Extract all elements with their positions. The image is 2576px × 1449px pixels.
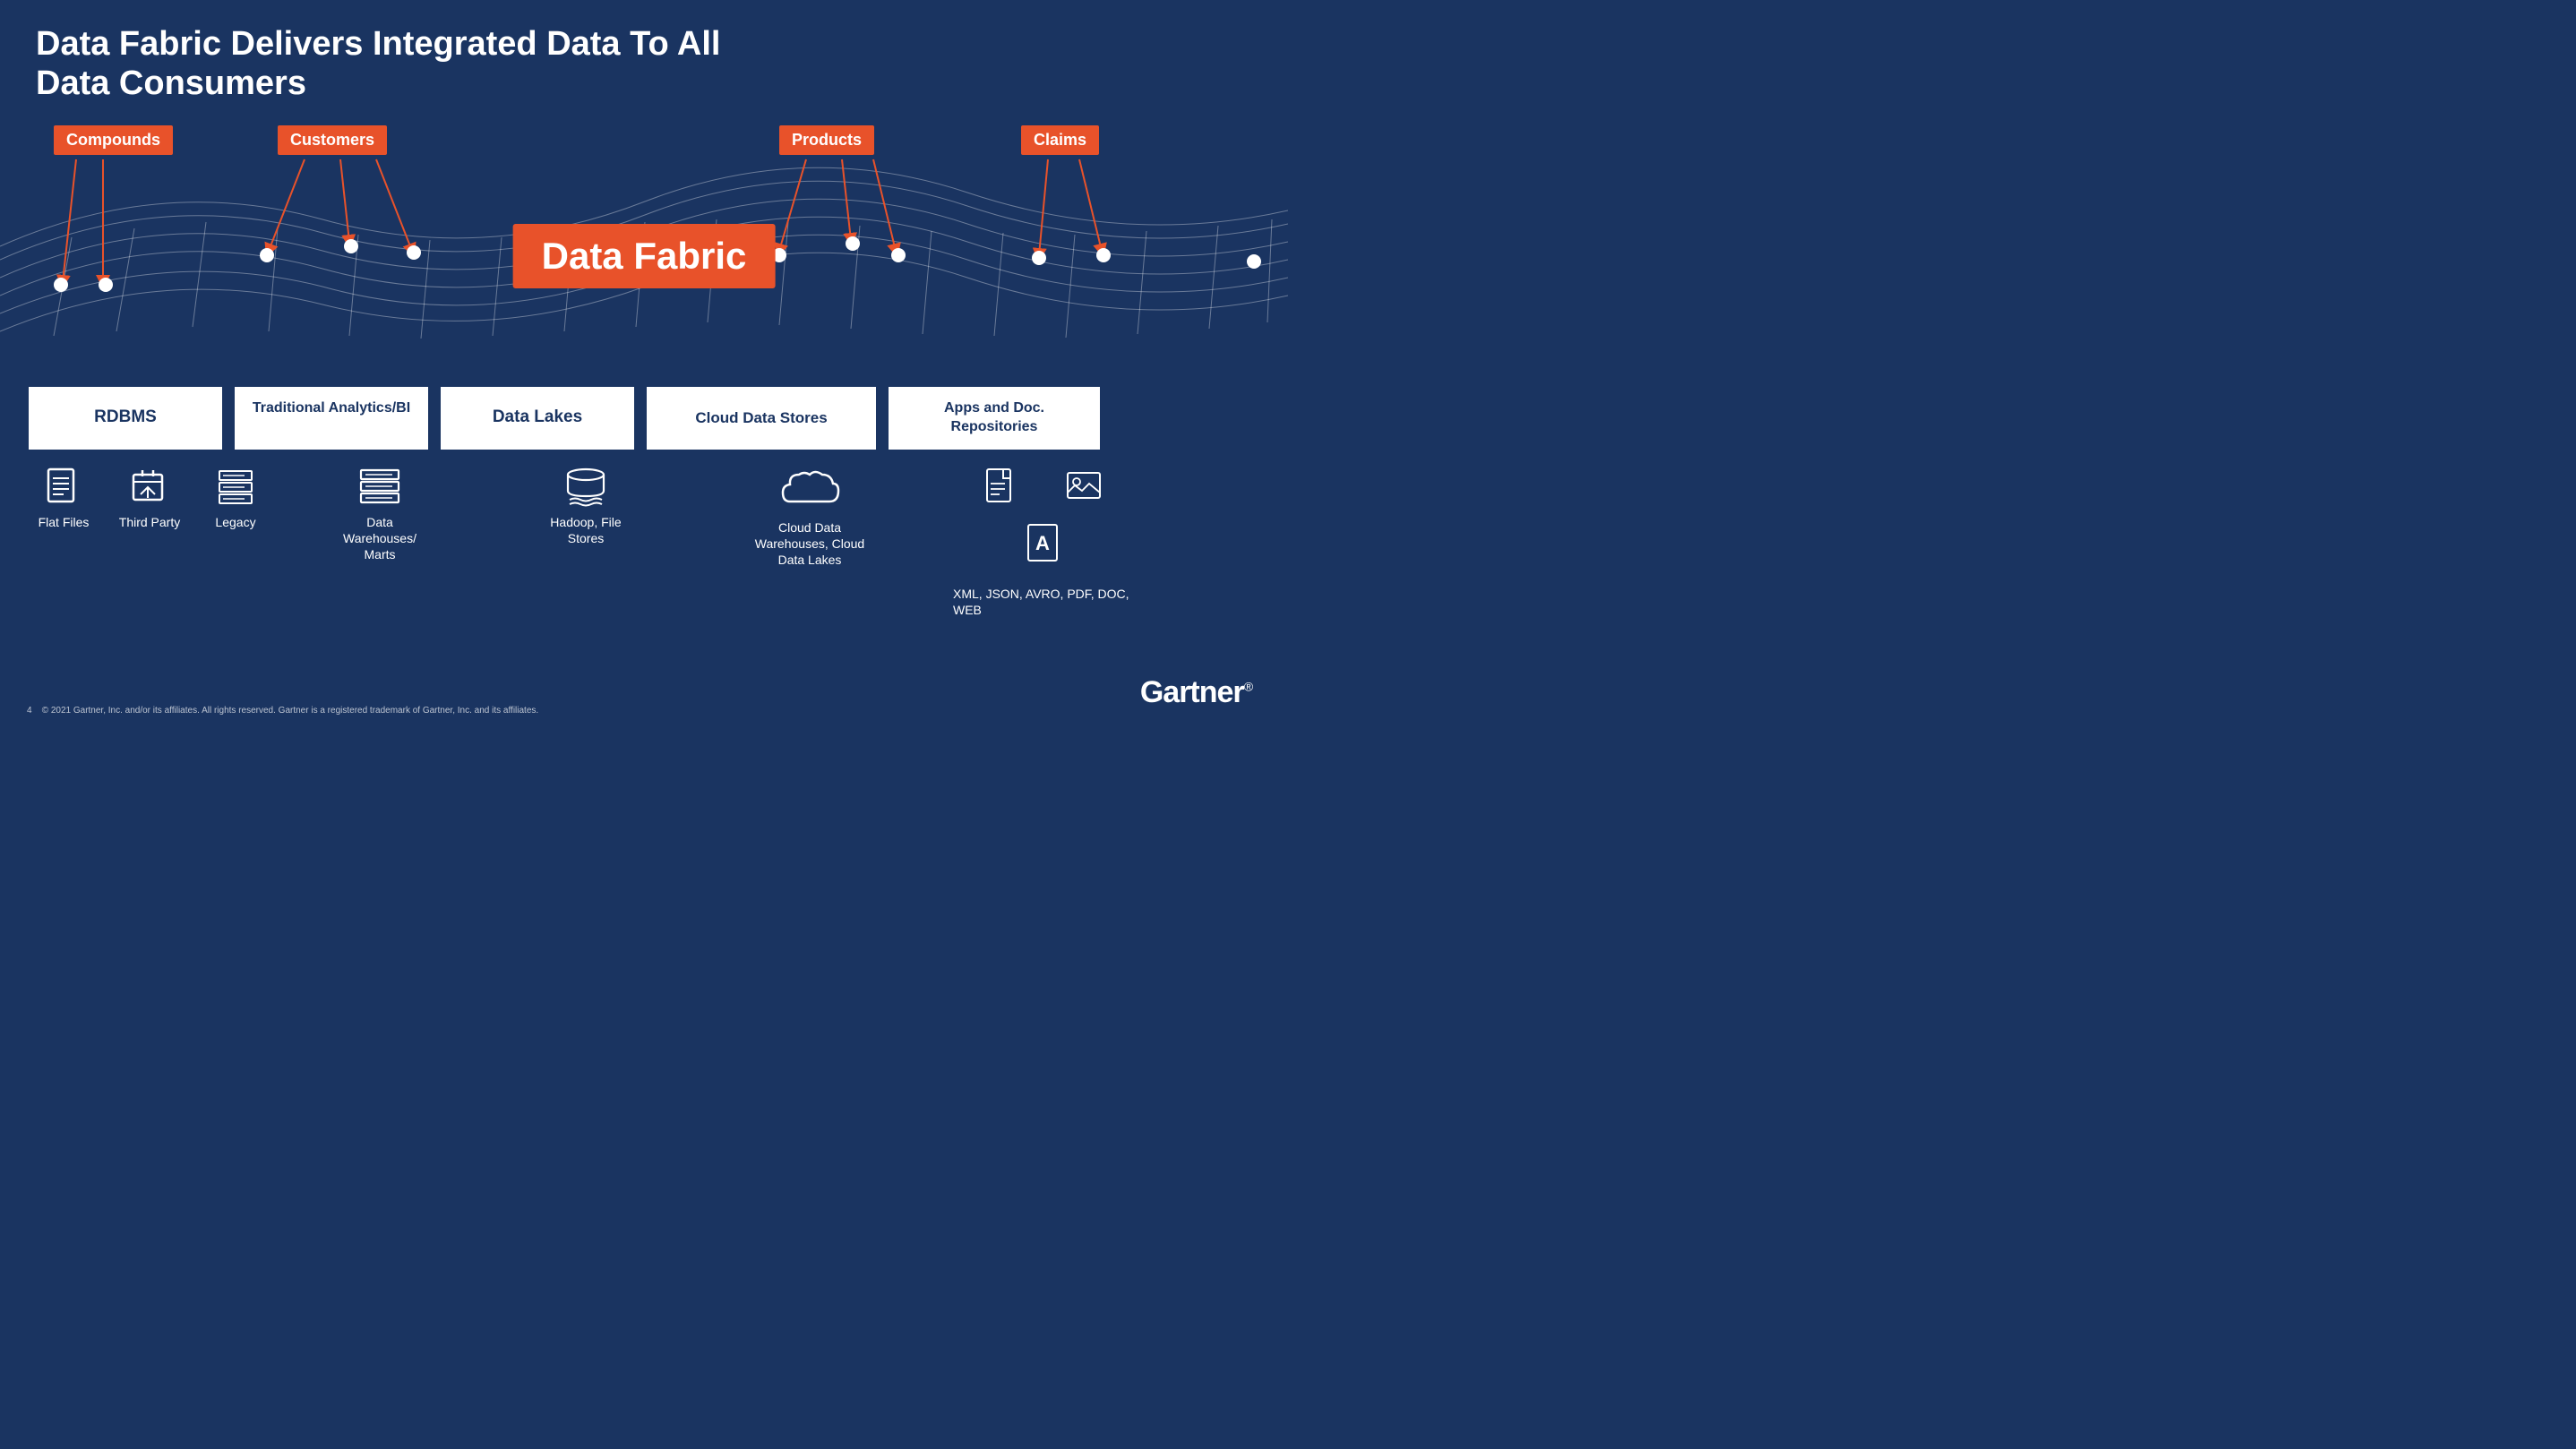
label-customers: Customers: [278, 125, 387, 155]
xml-icon: [985, 467, 1018, 507]
label-claims: Claims: [1021, 125, 1099, 155]
category-analytics: Traditional Analytics/BI: [233, 385, 430, 451]
svg-text:A: A: [1035, 532, 1050, 554]
icons-row: Flat Files Third Party: [27, 467, 1261, 618]
image-icon: [1066, 467, 1102, 507]
apps-items: A XML, JSON, AVRO, PDF, DOC, WEB: [935, 467, 1150, 618]
apps-label: XML, JSON, AVRO, PDF, DOC, WEB: [953, 586, 1132, 618]
cloud-label: Cloud Data Warehouses, Cloud Data Lakes: [747, 519, 872, 569]
flat-files-label: Flat Files: [39, 514, 90, 530]
data-warehouses-item: Data Warehouses/ Marts: [343, 467, 416, 563]
legacy-label: Legacy: [215, 514, 255, 530]
flat-files-item: Flat Files: [27, 467, 100, 530]
gartner-logo: Gartner®: [1140, 675, 1252, 710]
rdbms-items: Flat Files Third Party: [27, 467, 272, 530]
data-warehouses-label: Data Warehouses/ Marts: [343, 514, 416, 563]
copyright-text: © 2021 Gartner, Inc. and/or its affiliat…: [42, 706, 538, 716]
page-title: Data Fabric Delivers Integrated Data To …: [36, 25, 770, 103]
category-rdbms: RDBMS: [27, 385, 224, 451]
legacy-icon: [216, 467, 255, 507]
doc-item: A: [1006, 523, 1079, 570]
categories-row: RDBMS Traditional Analytics/BI Data Lake…: [27, 385, 1261, 451]
hadoop-icon: [562, 467, 609, 507]
third-party-icon: [130, 467, 169, 507]
flat-files-icon: [44, 467, 83, 507]
legacy-item: Legacy: [199, 467, 272, 530]
analytics-items: Data Warehouses/ Marts: [281, 467, 478, 563]
data-fabric-label: Data Fabric: [513, 224, 776, 288]
wave-section: Compounds Customers Products Claims Data…: [0, 116, 1288, 367]
lakes-items: Hadoop, File Stores: [487, 467, 684, 546]
hadoop-item: Hadoop, File Stores: [541, 467, 631, 546]
doc-icon: A: [1026, 523, 1059, 562]
label-products: Products: [779, 125, 874, 155]
category-cloud: Cloud Data Stores: [645, 385, 878, 451]
data-warehouses-icon: [358, 467, 401, 507]
third-party-label: Third Party: [119, 514, 180, 530]
xml-item: [965, 467, 1038, 514]
page-number: 4: [27, 706, 32, 716]
image-item: [1047, 467, 1121, 514]
third-party-item: Third Party: [113, 467, 186, 530]
bottom-section: RDBMS Traditional Analytics/BI Data Lake…: [0, 385, 1288, 618]
label-compounds: Compounds: [54, 125, 173, 155]
category-lakes: Data Lakes: [439, 385, 636, 451]
footer: 4 © 2021 Gartner, Inc. and/or its affili…: [27, 706, 538, 716]
cloud-items: Cloud Data Warehouses, Cloud Data Lakes: [693, 467, 926, 569]
gartner-text: Gartner: [1140, 675, 1244, 709]
cloud-icon: [777, 467, 842, 512]
cloud-item: Cloud Data Warehouses, Cloud Data Lakes: [747, 467, 872, 569]
hadoop-label: Hadoop, File Stores: [541, 514, 631, 546]
category-apps: Apps and Doc. Repositories: [887, 385, 1102, 451]
